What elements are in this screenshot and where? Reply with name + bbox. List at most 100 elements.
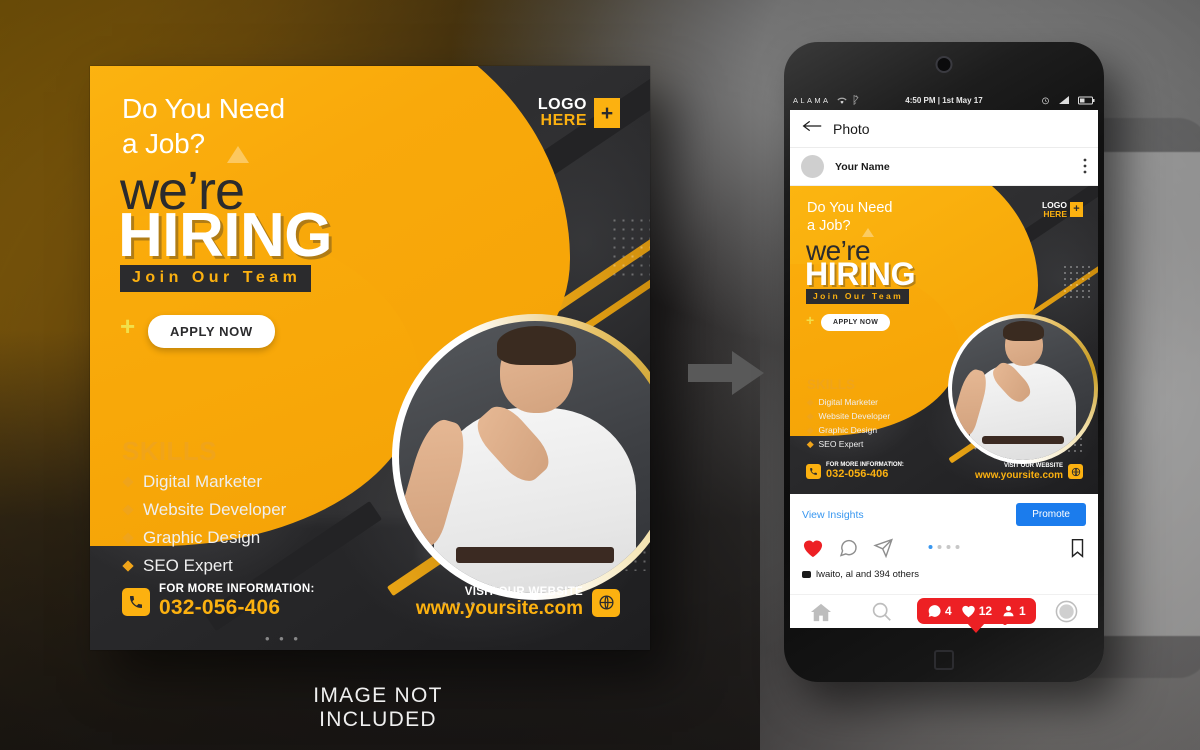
website-label: VISIT OUR WEBSITE — [1003, 462, 1063, 469]
post-header: Your Name — [790, 148, 1098, 186]
phone-icon — [122, 587, 150, 616]
promote-button[interactable]: Promote — [1016, 503, 1086, 526]
poster-skills-title: SKILLS — [122, 436, 217, 466]
skill-item: Digital Marketer — [122, 472, 286, 492]
post-username[interactable]: Your Name — [835, 161, 890, 173]
mini-hiring-text: HIRING — [805, 256, 916, 292]
carousel-dot[interactable] — [928, 545, 933, 549]
liker-avatar-icon — [802, 571, 811, 578]
avatar[interactable] — [801, 155, 824, 178]
website-label: VISIT OUR WEBSITE — [464, 585, 583, 598]
skill-label: SEO Expert — [818, 439, 864, 449]
mini-website: VISIT OUR WEBSITE www.yoursite.com — [975, 463, 1083, 481]
nav-search-icon[interactable] — [871, 601, 892, 622]
diamond-bullet-icon — [807, 398, 814, 406]
view-insights-link[interactable]: View Insights — [802, 509, 864, 521]
social-media-poster[interactable]: • • • • • • Do You Need a Job? we’re HIR… — [90, 66, 650, 650]
person-icon — [1003, 605, 1014, 617]
diamond-bullet-icon — [807, 426, 814, 434]
page-title: Photo — [833, 120, 870, 137]
carousel-dot[interactable] — [946, 545, 951, 549]
more-vertical-icon[interactable] — [1083, 158, 1087, 176]
comment-icon[interactable] — [838, 538, 859, 563]
portrait-belt — [981, 435, 1065, 445]
bookmark-icon[interactable] — [1069, 538, 1086, 563]
mini-apply-now-button[interactable]: APPLY NOW — [821, 314, 891, 331]
skill-item: Graphic Design — [807, 425, 890, 435]
diamond-bullet-icon — [122, 504, 134, 516]
back-arrow-icon[interactable] — [802, 119, 822, 138]
badge-like-count: 12 — [978, 604, 993, 618]
mini-portrait-circle-frame — [948, 314, 1098, 464]
badge-tail — [967, 623, 986, 633]
nav-home-icon[interactable] — [810, 602, 832, 622]
apply-now-button[interactable]: APPLY NOW — [148, 315, 275, 348]
nav-profile-icon[interactable] — [1055, 600, 1078, 623]
diamond-bullet-icon — [122, 532, 134, 544]
heart-filled-icon — [961, 605, 975, 618]
right-arrow-icon — [686, 348, 766, 398]
triple-dots: • • • — [265, 631, 301, 646]
signal-icon — [1059, 96, 1069, 104]
plus-decor-icon: + — [806, 312, 815, 328]
poster-contact: FOR MORE INFORMATION: 032-056-406 — [122, 583, 315, 620]
poster-skills-list: Digital Marketer Website Developer Graph… — [122, 472, 287, 584]
heart-filled-icon[interactable] — [802, 538, 824, 563]
post-image-poster[interactable]: • • • • • • Do You Need a Job? we’re — [790, 186, 1098, 494]
portrait-hair — [496, 326, 576, 365]
likes-summary: lwaito, al and 394 others — [790, 567, 1098, 585]
poster-headline: Do You Need a Job? — [122, 91, 285, 161]
battery-icon — [1078, 96, 1095, 104]
contact-label: FOR MORE INFORMATION: — [159, 583, 315, 596]
poster-headline-line2: a Job? — [122, 128, 205, 159]
skill-item: Graphic Design — [122, 528, 286, 548]
plus-decor-icon: + — [120, 311, 136, 341]
globe-icon — [592, 588, 620, 617]
poster-website: VISIT OUR WEBSITE www.yoursite.com — [416, 586, 620, 620]
send-icon[interactable] — [873, 538, 894, 563]
carousel-dot[interactable] — [937, 545, 942, 549]
contact-label: FOR MORE INFORMATION: — [826, 461, 904, 468]
badge-followers: 1 — [1001, 604, 1026, 618]
dot-grid-pattern — [1062, 264, 1092, 298]
home-button-icon[interactable] — [934, 650, 954, 670]
skill-label: Graphic Design — [818, 425, 878, 435]
diamond-bullet-icon — [122, 476, 134, 488]
poster-tagline: Join Our Team — [120, 265, 312, 292]
mini-tagline: Join Our Team — [806, 289, 910, 304]
logo-plus-mark-icon: + — [1070, 202, 1083, 218]
logo-line2: HERE — [540, 112, 587, 130]
skill-item: Website Developer — [807, 411, 890, 421]
badge-comment-count: 4 — [945, 604, 952, 618]
likes-text[interactable]: lwaito, al and 394 others — [816, 569, 919, 580]
skill-label: SEO Expert — [143, 556, 233, 575]
front-camera-icon — [935, 56, 953, 73]
badge-comments: 4 — [927, 604, 952, 618]
skill-label: Website Developer — [143, 500, 287, 519]
alarm-icon — [1042, 97, 1049, 104]
skill-item: SEO Expert — [807, 439, 890, 449]
phone-icon — [806, 463, 821, 479]
skill-label: Digital Marketer — [143, 472, 263, 491]
mini-headline-line1: Do You Need — [807, 200, 893, 216]
carousel-dot[interactable] — [955, 545, 960, 549]
notification-badge[interactable]: 4 12 1 — [917, 598, 1036, 633]
portrait-placeholder — [399, 321, 650, 593]
website-url: www.yoursite.com — [975, 469, 1063, 481]
logo-line1: LOGO — [537, 96, 587, 113]
dot-grid-pattern — [610, 216, 650, 276]
status-time: 4:50 PM | 1st May 17 — [905, 95, 983, 105]
logo-plus-mark-icon: + — [594, 98, 620, 129]
insights-row: View Insights Promote — [790, 494, 1098, 532]
status-bar: ALAMA 4:50 PM | 1st May 17 — [784, 90, 1104, 110]
website-url: www.yoursite.com — [415, 598, 583, 620]
skill-label: Digital Marketer — [818, 397, 879, 407]
status-right-icons — [1041, 95, 1095, 105]
app-nav-header: Photo — [790, 110, 1098, 148]
post-actions-row — [790, 532, 1098, 567]
mini-poster-logo: LOGO HERE + — [1042, 201, 1083, 218]
diamond-bullet-icon — [807, 440, 814, 448]
poster-hiring-text: HIRING — [118, 201, 333, 270]
badge-follower-count: 1 — [1019, 604, 1026, 618]
badge-likes: 12 — [961, 604, 992, 618]
